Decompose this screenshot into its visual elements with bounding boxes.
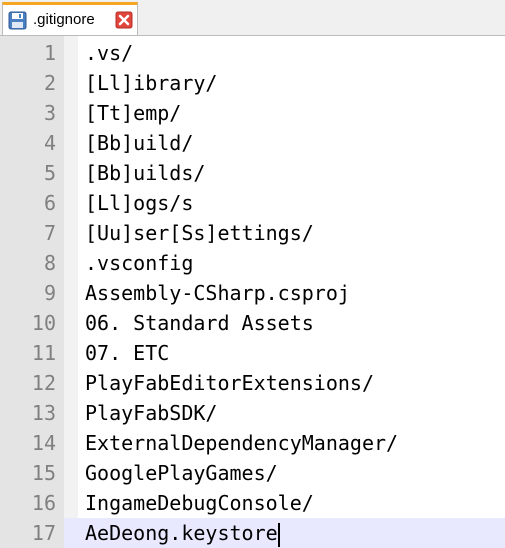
editor-line[interactable]: 14 ExternalDependencyManager/ [0,428,505,458]
text-editor[interactable]: 1 .vs/2 [Ll]ibrary/3 [Tt]emp/4 [Bb]uild/5 [Bb… [0,36,505,548]
floppy-disk-icon [8,11,27,30]
line-text[interactable]: .vsconfig [85,248,193,278]
editor-line[interactable]: 11 07. ETC [0,338,505,368]
line-text[interactable]: .vs/ [85,38,133,68]
line-text-content: Assembly-CSharp.csproj [85,281,350,305]
line-text[interactable]: 07. ETC [85,338,169,368]
line-text-content: AeDeong.keystore [85,521,278,545]
line-text-content: .vs/ [85,41,134,65]
line-text-content: IngameDebugConsole/ [85,491,314,515]
line-number: 12 [31,371,56,395]
line-text-content: [Ll]ogs/s [85,191,194,215]
line-number: 2 [43,71,56,95]
line-text[interactable]: Assembly-CSharp.csproj [85,278,350,308]
editor-line[interactable]: 10 06. Standard Assets [0,308,505,338]
line-number: 10 [31,311,56,335]
line-number: 5 [43,161,56,185]
editor-line[interactable]: 13 PlayFabSDK/ [0,398,505,428]
close-icon[interactable] [115,11,133,29]
editor-line[interactable]: 7 [Uu]ser[Ss]ettings/ [0,218,505,248]
line-text[interactable]: GooglePlayGames/ [85,458,278,488]
line-number: 6 [43,191,56,215]
line-text-content: PlayFabEditorExtensions/ [85,371,374,395]
line-text[interactable]: PlayFabSDK/ [85,398,217,428]
editor-line[interactable]: 17 AeDeong.keystore [0,518,505,548]
line-text-content: .vsconfig [85,251,194,275]
editor-line[interactable]: 9 Assembly-CSharp.csproj [0,278,505,308]
tab-label: .gitignore [33,11,95,28]
editor-line[interactable]: 1 .vs/ [0,38,505,68]
line-number: 4 [43,131,56,155]
editor-line[interactable]: 5 [Bb]uilds/ [0,158,505,188]
line-number: 15 [31,461,56,485]
line-number: 11 [31,341,56,365]
line-text[interactable]: 06. Standard Assets [85,308,314,338]
line-text[interactable]: PlayFabEditorExtensions/ [85,368,374,398]
line-text-content: [Ll]ibrary/ [85,71,218,95]
line-text[interactable]: ExternalDependencyManager/ [85,428,398,458]
line-number: 9 [43,281,56,305]
line-text[interactable]: [Uu]ser[Ss]ettings/ [85,218,314,248]
line-text[interactable]: AeDeong.keystore [85,518,280,548]
line-text-content: [Bb]uilds/ [85,161,206,185]
line-text[interactable]: [Ll]ogs/s [85,188,193,218]
line-text-content: [Bb]uild/ [85,131,194,155]
editor-line[interactable]: 4 [Bb]uild/ [0,128,505,158]
line-text[interactable]: [Tt]emp/ [85,98,181,128]
line-text-content: [Tt]emp/ [85,101,182,125]
file-tab-gitignore[interactable]: .gitignore [2,2,138,36]
editor-line[interactable]: 12 PlayFabEditorExtensions/ [0,368,505,398]
line-text-content: PlayFabSDK/ [85,401,218,425]
line-number: 1 [43,41,56,65]
editor-line[interactable]: 16 IngameDebugConsole/ [0,488,505,518]
line-text-content: 07. ETC [85,341,170,365]
line-text-content: GooglePlayGames/ [85,461,278,485]
line-text[interactable]: IngameDebugConsole/ [85,488,314,518]
editor-line[interactable]: 2 [Ll]ibrary/ [0,68,505,98]
line-text-content: [Uu]ser[Ss]ettings/ [85,221,314,245]
line-text[interactable]: [Bb]uilds/ [85,158,205,188]
line-number: 17 [0,518,64,548]
line-text-content: 06. Standard Assets [85,311,314,335]
editor-line[interactable]: 3 [Tt]emp/ [0,98,505,128]
line-text[interactable]: [Bb]uild/ [85,128,193,158]
line-text[interactable]: [Ll]ibrary/ [85,68,217,98]
line-number: 13 [31,401,56,425]
line-number: 7 [43,221,56,245]
text-caret [277,522,280,547]
editor-line[interactable]: 6 [Ll]ogs/s [0,188,505,218]
editor-line[interactable]: 8 .vsconfig [0,248,505,278]
editor-line[interactable]: 15 GooglePlayGames/ [0,458,505,488]
line-number: 14 [31,431,56,455]
line-number: 8 [43,251,56,275]
line-number: 16 [31,491,56,515]
tab-bar: .gitignore [0,0,505,36]
line-text-content: ExternalDependencyManager/ [85,431,399,455]
line-number: 3 [43,101,56,125]
